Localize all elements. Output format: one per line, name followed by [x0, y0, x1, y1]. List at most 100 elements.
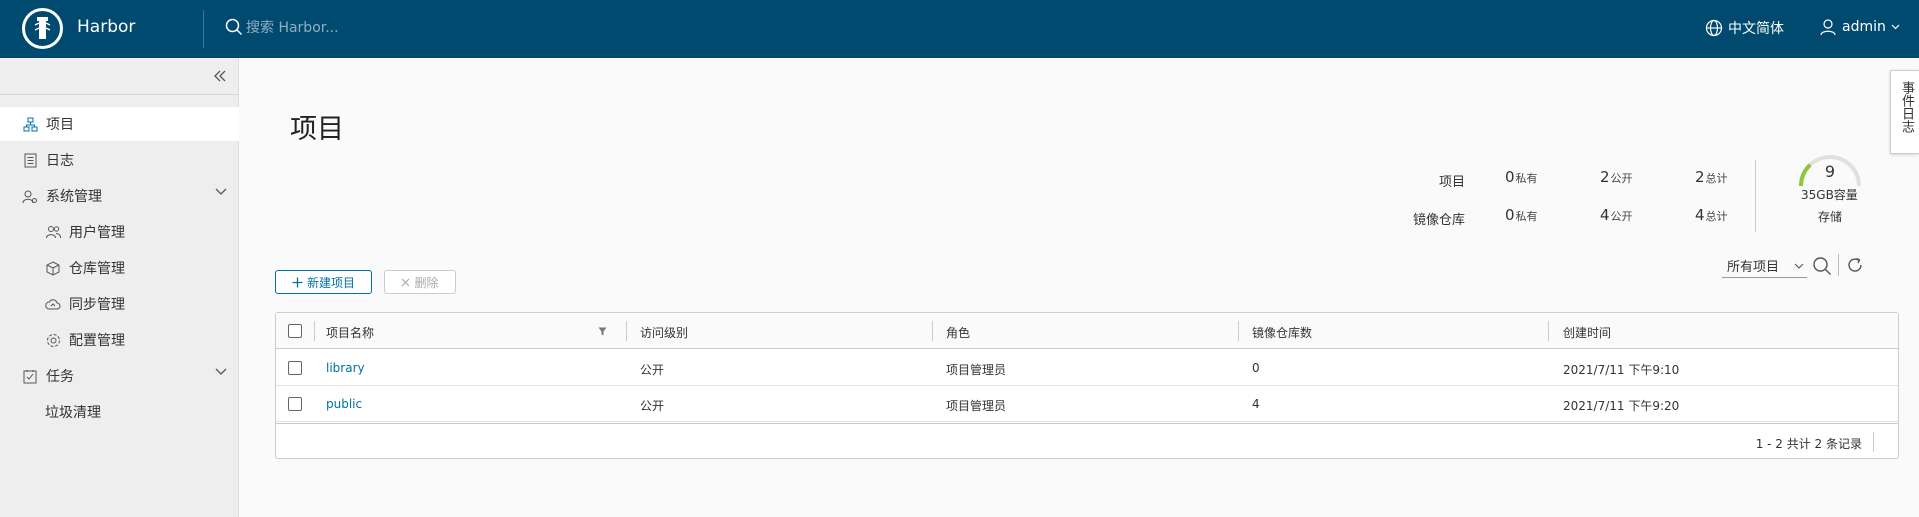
column-header[interactable]: 访问级别: [640, 324, 688, 341]
new-project-label: 新建项目: [306, 275, 355, 290]
search-icon[interactable]: [1812, 256, 1832, 276]
collapse-sidebar-icon[interactable]: [213, 69, 227, 83]
stat-projects-public: 2公开: [1600, 168, 1633, 186]
sidebar-item-label: 日志: [46, 153, 74, 169]
sidebar-item-replication[interactable]: 同步管理: [0, 287, 239, 321]
username: admin: [1842, 19, 1886, 35]
role: 项目管理员: [946, 363, 1007, 377]
sidebar-item-tasks[interactable]: 任务: [0, 359, 239, 393]
filter-icon[interactable]: [598, 327, 607, 336]
table-footer: 1 - 2 共计 2 条记录: [276, 423, 1898, 458]
row-checkbox[interactable]: [288, 361, 302, 375]
toolbar-divider: [1838, 254, 1839, 276]
column-header[interactable]: 角色: [946, 324, 970, 341]
admin-icon: [22, 188, 38, 204]
sidebar-item-admin[interactable]: 系统管理: [0, 179, 239, 213]
project-name-link[interactable]: public: [326, 397, 362, 411]
project-filter-select[interactable]: 所有项目: [1722, 254, 1807, 278]
close-icon: [402, 278, 410, 286]
column-header[interactable]: 项目名称: [326, 324, 374, 341]
access-level: 公开: [640, 399, 665, 413]
sidebar-item-users[interactable]: 用户管理: [0, 215, 239, 249]
table-row: library 公开 项目管理员 0 2021/7/11 下午9:10: [276, 350, 1898, 386]
storage-label: 存储: [1818, 210, 1843, 224]
storage-count: 9: [1824, 162, 1836, 181]
sidebar-item-label: 仓库管理: [69, 261, 125, 277]
log-icon: [22, 152, 38, 168]
access-level: 公开: [640, 363, 665, 377]
stat-repos-total: 4总计: [1695, 206, 1728, 224]
event-log-tab[interactable]: 事件日志: [1890, 70, 1919, 154]
brand-name[interactable]: Harbor: [77, 17, 135, 37]
registry-icon: [45, 260, 61, 276]
stats-repos-label: 镜像仓库: [1412, 213, 1465, 228]
creation-time: 2021/7/11 下午9:10: [1563, 363, 1680, 377]
table-header: 项目名称 访问级别 角色 镜像仓库数 创建时间: [276, 313, 1898, 349]
select-all-checkbox[interactable]: [288, 324, 302, 338]
role: 项目管理员: [946, 399, 1007, 413]
sidebar-item-label: 项目: [46, 117, 74, 133]
search-icon: [225, 18, 243, 36]
column-header[interactable]: 镜像仓库数: [1252, 324, 1312, 341]
new-project-button[interactable]: 新建项目: [275, 270, 372, 294]
refresh-icon[interactable]: [1846, 256, 1864, 274]
top-header: Harbor 中文简体 admin: [0, 0, 1919, 58]
chevron-down-icon: [215, 188, 227, 195]
sidebar-item-label: 同步管理: [69, 297, 125, 313]
stat-projects-private: 0私有: [1505, 168, 1538, 186]
stat-repos-public: 4公开: [1600, 206, 1633, 224]
table-row: public 公开 项目管理员 4 2021/7/11 下午9:20: [276, 386, 1898, 422]
config-icon: [45, 332, 61, 348]
tasks-icon: [22, 368, 38, 384]
user-menu[interactable]: admin: [1819, 18, 1900, 36]
row-checkbox[interactable]: [288, 397, 302, 411]
sidebar: 项目 日志 系统管理 用户管理 仓库管理 同步管理 配置管理 任务 垃圾清理: [0, 58, 239, 517]
stats-divider: [1755, 160, 1756, 232]
language-label: 中文简体: [1728, 21, 1784, 37]
repo-count: 0: [1252, 361, 1260, 375]
header-divider: [203, 10, 204, 48]
replication-icon: [45, 296, 61, 312]
stat-repos-private: 0私有: [1505, 206, 1538, 224]
repo-count: 4: [1252, 397, 1260, 411]
project-filter-value: 所有项目: [1727, 260, 1780, 275]
sidebar-item-projects[interactable]: 项目: [0, 107, 239, 141]
column-header[interactable]: 创建时间: [1563, 324, 1611, 341]
global-search-input[interactable]: [246, 17, 546, 39]
sidebar-item-logs[interactable]: 日志: [0, 143, 239, 177]
sidebar-item-label: 配置管理: [69, 333, 125, 349]
event-log-tab-label: 事件日志: [1899, 81, 1914, 133]
delete-button[interactable]: 删除: [384, 270, 456, 294]
column-divider: [932, 321, 933, 341]
delete-label: 删除: [414, 275, 439, 290]
chevron-down-icon: [1891, 24, 1900, 30]
column-divider: [626, 321, 627, 341]
sidebar-item-registries[interactable]: 仓库管理: [0, 251, 239, 285]
stat-projects-total: 2总计: [1695, 168, 1728, 186]
sidebar-divider: [0, 94, 239, 95]
sidebar-item-gc[interactable]: 垃圾清理: [0, 395, 239, 429]
chevron-down-icon: [1794, 263, 1804, 269]
stats-projects-label: 项目: [1438, 175, 1465, 190]
language-selector[interactable]: 中文简体: [1705, 18, 1784, 38]
sidebar-item-label: 垃圾清理: [45, 405, 101, 421]
project-name-link[interactable]: library: [326, 361, 365, 375]
footer-divider: [1873, 432, 1874, 452]
column-divider: [314, 321, 315, 341]
user-icon: [1820, 19, 1836, 36]
plus-icon: [292, 277, 303, 287]
page-title: 项目: [290, 114, 344, 145]
harbor-logo[interactable]: [22, 8, 63, 49]
column-divider: [1238, 321, 1239, 341]
sidebar-item-config[interactable]: 配置管理: [0, 323, 239, 357]
chevron-down-icon: [215, 368, 227, 375]
pagination-summary: 1 - 2 共计 2 条记录: [1755, 437, 1862, 451]
projects-table: 项目名称 访问级别 角色 镜像仓库数 创建时间 library 公开 项目管理员…: [275, 312, 1899, 459]
sidebar-item-label: 用户管理: [69, 225, 125, 241]
sidebar-item-label: 系统管理: [46, 189, 102, 205]
column-divider: [1548, 321, 1549, 341]
sidebar-item-label: 任务: [46, 369, 74, 385]
project-icon: [22, 116, 38, 132]
globe-icon: [1705, 19, 1723, 37]
creation-time: 2021/7/11 下午9:20: [1563, 399, 1680, 413]
